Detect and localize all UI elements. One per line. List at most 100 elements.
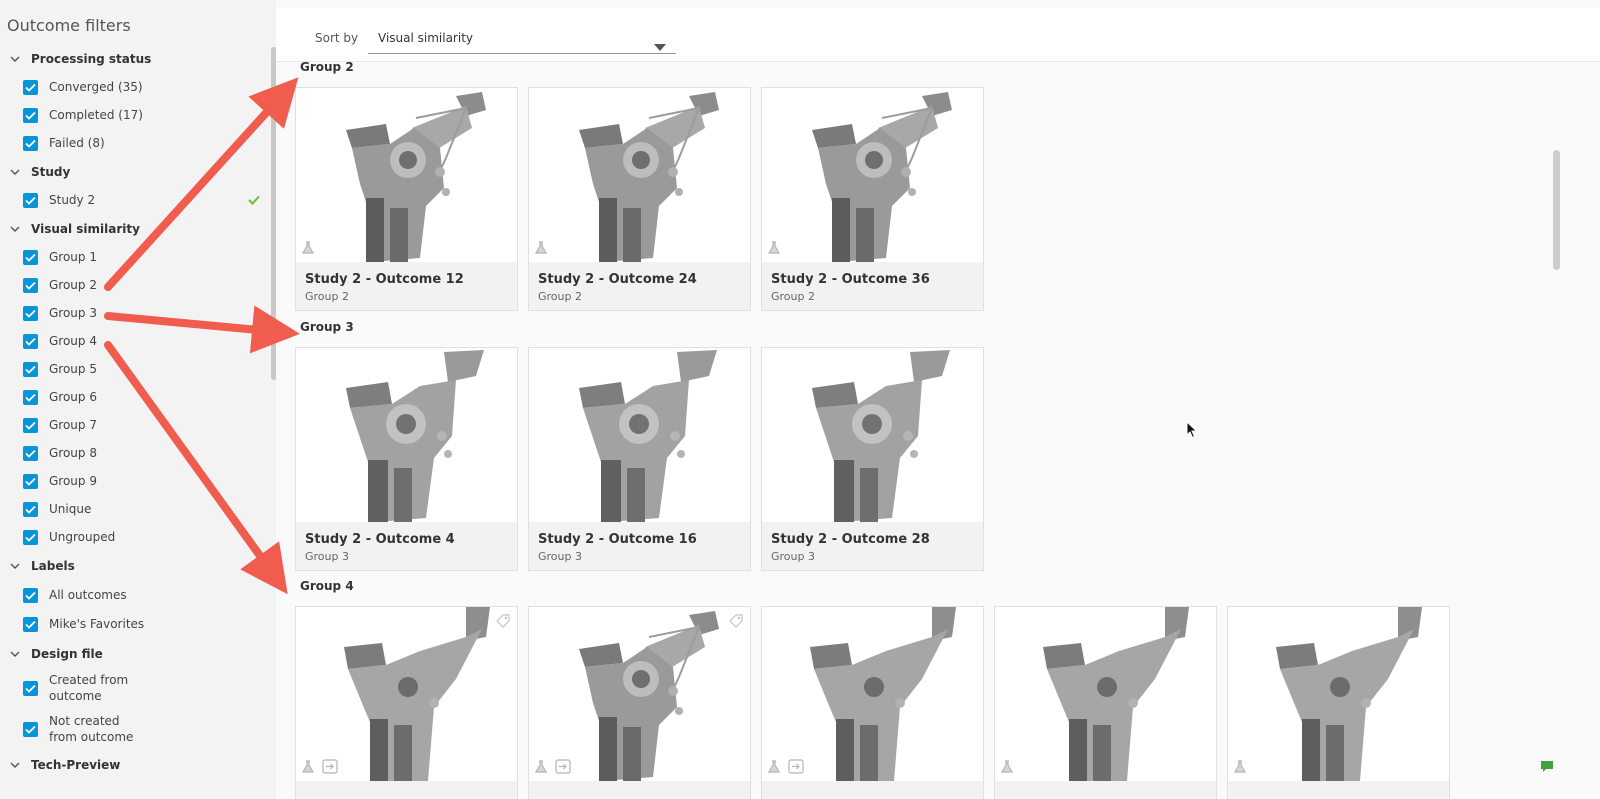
filter-completed[interactable]: Completed (17) <box>23 107 143 123</box>
tag-icon[interactable] <box>495 613 511 633</box>
checkbox-checked-icon[interactable] <box>23 305 38 321</box>
filter-failed[interactable]: Failed (8) <box>23 135 105 151</box>
outcome-card[interactable]: Study 2 - Outcome 12 Group 2 <box>295 87 518 311</box>
outcome-card[interactable] <box>761 606 984 799</box>
chevron-down-icon <box>9 223 21 235</box>
filter-label: Unique <box>49 502 92 516</box>
section-processing-status[interactable]: Processing status <box>9 50 151 68</box>
sort-toolbar: Sort by Visual similarity <box>276 8 1600 62</box>
outcome-group: Group 2 <box>771 290 815 303</box>
checkbox-checked-icon[interactable] <box>23 277 38 293</box>
chat-icon[interactable] <box>1540 758 1554 777</box>
outcome-card[interactable] <box>1227 606 1450 799</box>
outcome-card[interactable]: Study 2 - Outcome 16 Group 3 <box>528 347 751 571</box>
filter-all-outcomes[interactable]: All outcomes <box>23 587 127 603</box>
filter-not-created-from-outcome[interactable]: Not created from outcome <box>23 713 149 745</box>
filter-label: Group 8 <box>49 446 97 460</box>
outcome-name: Study 2 - Outcome 24 <box>538 272 697 287</box>
filter-group-7[interactable]: Group 7 <box>23 417 97 433</box>
filter-group-9[interactable]: Group 9 <box>23 473 97 489</box>
filter-label: Failed (8) <box>49 136 105 150</box>
checkbox-checked-icon[interactable] <box>23 473 38 489</box>
checkbox-checked-icon[interactable] <box>23 333 38 349</box>
filter-group-3[interactable]: Group 3 <box>23 305 97 321</box>
chevron-down-icon <box>9 560 21 572</box>
outcome-card[interactable] <box>528 606 751 799</box>
flask-icon <box>534 758 548 777</box>
app-window: Outcome filters Processing status Conver… <box>0 0 1600 799</box>
filter-label: Group 6 <box>49 390 97 404</box>
outcome-info: Study 2 - Outcome 24 Group 2 <box>529 262 750 310</box>
study-active-check-icon <box>248 190 260 209</box>
sort-by-dropdown[interactable]: Visual similarity <box>368 24 676 54</box>
section-labels[interactable]: Labels <box>9 557 75 575</box>
section-design-file[interactable]: Design file <box>9 645 103 663</box>
tag-icon[interactable] <box>728 613 744 633</box>
filter-mikes-favorites[interactable]: Mike's Favorites <box>23 616 144 632</box>
export-icon[interactable] <box>555 759 571 778</box>
checkbox-checked-icon[interactable] <box>23 501 38 517</box>
bracket-part-image <box>812 350 950 522</box>
outcome-thumbnail <box>762 607 983 781</box>
bracket-part-image <box>344 607 490 781</box>
checkbox-checked-icon[interactable] <box>23 361 38 377</box>
checkbox-checked-icon[interactable] <box>23 529 38 545</box>
section-visual-similarity[interactable]: Visual similarity <box>9 220 140 238</box>
filter-label: Mike's Favorites <box>49 617 145 631</box>
checkbox-checked-icon[interactable] <box>23 721 38 737</box>
checkbox-checked-icon[interactable] <box>23 79 38 95</box>
chevron-down-icon <box>9 648 21 660</box>
section-tech-preview[interactable]: Tech-Preview <box>9 756 120 774</box>
checkbox-checked-icon[interactable] <box>23 389 38 405</box>
outcome-card[interactable] <box>994 606 1217 799</box>
sort-value: Visual similarity <box>378 31 474 45</box>
outcome-group: Group 3 <box>305 550 349 563</box>
filter-label: Group 3 <box>49 306 97 320</box>
outcomes-explorer: Sort by Visual similarity Group 2 Study … <box>276 0 1600 799</box>
section-study[interactable]: Study <box>9 163 70 181</box>
caret-down-icon <box>654 36 666 55</box>
main-scrollbar[interactable] <box>1553 150 1560 270</box>
filter-label: Ungrouped <box>49 530 116 544</box>
outcome-card[interactable] <box>295 606 518 799</box>
checkbox-checked-icon[interactable] <box>23 445 38 461</box>
filter-group-4[interactable]: Group 4 <box>23 333 97 349</box>
filter-converged[interactable]: Converged (35) <box>23 79 143 95</box>
filter-group-5[interactable]: Group 5 <box>23 361 97 377</box>
checkbox-checked-icon[interactable] <box>23 417 38 433</box>
outcome-card[interactable]: Study 2 - Outcome 4 Group 3 <box>295 347 518 571</box>
outcome-thumbnail <box>995 607 1216 781</box>
export-icon[interactable] <box>322 759 338 778</box>
filter-ungrouped[interactable]: Ungrouped <box>23 529 115 545</box>
checkbox-checked-icon[interactable] <box>23 680 38 696</box>
checkbox-checked-icon[interactable] <box>23 249 38 265</box>
chevron-down-icon <box>9 53 21 65</box>
chevron-down-icon <box>9 166 21 178</box>
filter-created-from-outcome[interactable]: Created from outcome <box>23 672 139 704</box>
filter-label: Completed (17) <box>49 108 143 122</box>
checkbox-checked-icon[interactable] <box>23 135 38 151</box>
filter-group-8[interactable]: Group 8 <box>23 445 97 461</box>
outcome-thumbnail <box>1228 607 1449 781</box>
filter-group-1[interactable]: Group 1 <box>23 249 97 265</box>
checkbox-checked-icon[interactable] <box>23 587 38 603</box>
outcome-name: Study 2 - Outcome 4 <box>305 532 455 547</box>
outcome-name: Study 2 - Outcome 36 <box>771 272 930 287</box>
checkbox-checked-icon[interactable] <box>23 192 38 208</box>
flask-icon <box>767 239 781 258</box>
filter-group-2[interactable]: Group 2 <box>23 277 97 293</box>
filter-label: Group 1 <box>49 250 97 264</box>
export-icon[interactable] <box>788 759 804 778</box>
section-label: Study <box>31 165 71 179</box>
flask-icon <box>1233 758 1247 777</box>
filter-study-2[interactable]: Study 2 <box>23 192 95 208</box>
checkbox-checked-icon[interactable] <box>23 107 38 123</box>
outcome-card[interactable]: Study 2 - Outcome 24 Group 2 <box>528 87 751 311</box>
outcome-card[interactable]: Study 2 - Outcome 36 Group 2 <box>761 87 984 311</box>
filter-group-6[interactable]: Group 6 <box>23 389 97 405</box>
checkbox-checked-icon[interactable] <box>23 616 38 632</box>
outcome-filters-sidebar: Outcome filters Processing status Conver… <box>0 0 276 799</box>
outcome-name: Study 2 - Outcome 16 <box>538 532 697 547</box>
outcome-card[interactable]: Study 2 - Outcome 28 Group 3 <box>761 347 984 571</box>
filter-unique[interactable]: Unique <box>23 501 91 517</box>
